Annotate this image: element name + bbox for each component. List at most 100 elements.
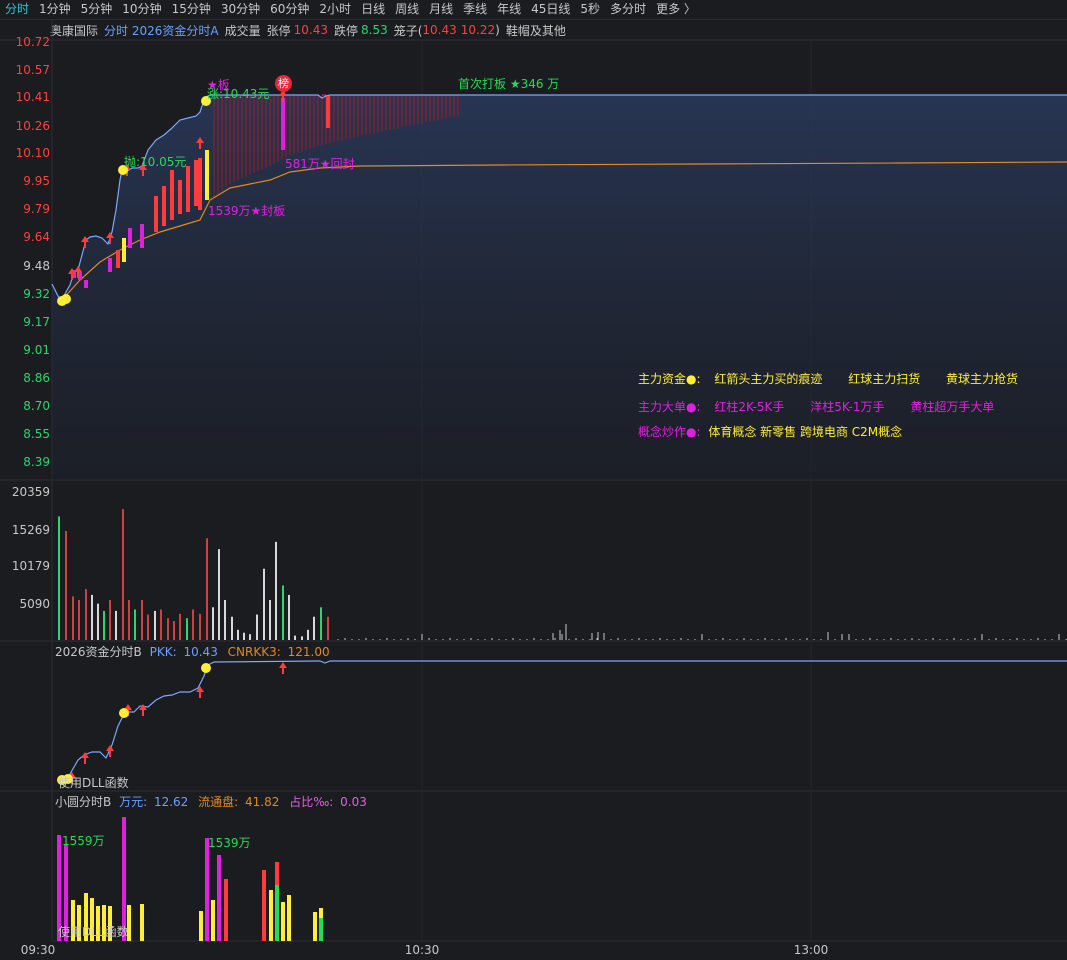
money-bar <box>281 902 285 941</box>
panel-b-title[interactable]: 2026资金分时B <box>55 645 142 659</box>
money-bar <box>313 912 317 941</box>
legend-row1-title: 主力资金●: <box>638 372 701 386</box>
period-tab-bar: 分时 1分钟 5分钟 10分钟 15分钟 30分钟 60分钟 2小时 日线 周线 月线 季线 年线 45日… <box>0 0 1067 20</box>
indicator-name[interactable]: 分时 2026资金分时A <box>104 22 219 39</box>
wan-value: 12.62 <box>153 795 189 809</box>
legend-row2-item1: 红柱2K-5K手 <box>714 400 785 414</box>
big-order-bar <box>186 166 190 212</box>
legend-row3-items: 体育概念 新零售 跨境电商 C2M概念 <box>708 425 903 439</box>
legend-row1-item3: 黄球主力抢货 <box>946 372 1019 386</box>
limit-down-label: 跌停 <box>333 23 358 38</box>
time-label-open: 09:30 <box>20 943 56 957</box>
big-order-bar <box>140 224 144 248</box>
panel-c-dll-note: 使用DLL函数 <box>58 925 129 939</box>
wan-label: 万元: <box>119 795 148 809</box>
money-bar <box>224 879 228 941</box>
period-tab-3[interactable]: 10分钟 <box>117 0 166 19</box>
stock-name[interactable]: 奥康国际 <box>50 22 98 39</box>
buy-arrow-icon <box>279 662 287 674</box>
panel-b-line <box>57 660 1067 785</box>
buy-arrow-icon <box>81 236 89 248</box>
panel-c-title[interactable]: 小圆分时B <box>55 795 111 809</box>
period-tab-12[interactable]: 年线 <box>492 0 526 19</box>
buy-arrow-icon <box>196 137 204 149</box>
legend-row2-item2: 洋柱5K-1万手 <box>810 400 885 414</box>
legend-main-capital: 主力资金●: 红箭头主力买的痕迹 红球主力扫货 黄球主力抢货 <box>638 370 1018 387</box>
seal-tag: 1539万★封板 <box>208 204 286 218</box>
cage-high: 10.22 <box>460 23 496 37</box>
big-order-bar <box>78 272 82 280</box>
cage-label: 笼子( <box>393 23 423 38</box>
ratio-label: 占比‰: <box>289 795 334 809</box>
money-bar <box>217 855 221 941</box>
price-area-fill <box>52 95 1067 480</box>
volume-axis: 20359 15269 10179 5090 <box>0 0 52 640</box>
big-order-bar <box>162 186 166 226</box>
legend-big-orders: 主力大单●: 红柱2K-5K手 洋柱5K-1万手 黄柱超万手大单 <box>638 398 994 415</box>
period-tab-11[interactable]: 季线 <box>458 0 492 19</box>
legend-row1-item1: 红箭头主力买的痕迹 <box>714 372 823 386</box>
limit-up-label: 张停 <box>266 23 291 38</box>
money-bar <box>262 870 266 941</box>
period-tab-4[interactable]: 15分钟 <box>167 0 216 19</box>
limit-up-value: 10.43 <box>293 23 328 37</box>
period-tab-16[interactable]: 更多 〉 <box>651 0 701 19</box>
money-bar <box>287 895 291 941</box>
cage-close: ) <box>495 23 500 37</box>
period-tab-10[interactable]: 月线 <box>424 0 458 19</box>
big-order-bar <box>122 238 126 262</box>
legend-row2-title: 主力大单●: <box>638 400 701 414</box>
legend-row1-item2: 红球主力扫货 <box>848 372 921 386</box>
big-order-bar <box>170 170 174 220</box>
stock-info-bar: 奥康国际 分时 2026资金分时A 成交量 张停 10.43 跌停 8.53 笼… <box>50 21 572 39</box>
money-bar <box>275 862 279 941</box>
big-order-bar <box>198 158 202 210</box>
first-board-tag: 首次打板 ★346 万 <box>458 77 560 91</box>
panel-c-header: 小圆分时B 万元: 12.62 流通盘: 41.82 占比‰: 0.03 <box>55 793 367 810</box>
time-axis: 09:30 10:30 13:00 <box>0 941 1067 960</box>
volume-tick: 10179 <box>11 559 50 573</box>
float-value: 41.82 <box>245 795 280 809</box>
period-tab-14[interactable]: 5秒 <box>575 0 605 19</box>
period-tab-13[interactable]: 45日线 <box>526 0 575 19</box>
money-bar <box>140 904 144 941</box>
cnrkk-label: CNRKK3: <box>227 645 281 659</box>
buy-arrow-icon <box>74 266 82 278</box>
period-tab-8[interactable]: 日线 <box>356 0 390 19</box>
ratio-value: 0.03 <box>340 795 367 809</box>
bar2-label: 1539万 <box>208 836 251 850</box>
cnrkk-value: 121.00 <box>287 645 330 659</box>
big-order-bar <box>108 258 112 272</box>
period-tab-15[interactable]: 多分时 <box>605 0 651 19</box>
big-order-bar <box>84 280 88 288</box>
buy-arrow-icon <box>106 745 114 757</box>
intraday-chart[interactable] <box>0 0 1067 960</box>
money-bar <box>211 900 215 941</box>
big-order-bar <box>72 270 76 278</box>
period-tab-5[interactable]: 30分钟 <box>216 0 265 19</box>
buy-arrow-icon <box>139 704 147 716</box>
avg-price-line <box>61 161 1067 301</box>
big-order-bar <box>154 196 158 232</box>
signal-ball-icon <box>57 296 67 306</box>
panel-b-header: 2026资金分时B PKK: 10.43 CNRKK3: 121.00 <box>55 643 330 660</box>
big-order-bar <box>281 98 285 150</box>
period-tab-7[interactable]: 2小时 <box>314 0 356 19</box>
cage-low: 10.43 <box>422 23 457 37</box>
float-label: 流通盘: <box>198 795 239 809</box>
rank-badge[interactable]: 榜 <box>275 75 292 92</box>
period-tab-9[interactable]: 周线 <box>390 0 424 19</box>
signal-ball-icon <box>61 294 71 304</box>
money-bar <box>269 890 273 941</box>
period-tab-2[interactable]: 5分钟 <box>76 0 118 19</box>
big-order-bar <box>178 180 182 214</box>
buy-arrow-icon <box>106 232 114 244</box>
volume-tick: 15269 <box>11 523 50 537</box>
period-tab-6[interactable]: 60分钟 <box>265 0 314 19</box>
volume-tick: 5090 <box>19 597 50 611</box>
limit-down-value: 8.53 <box>361 23 388 37</box>
volume-tick: 20359 <box>11 485 50 499</box>
big-order-bar <box>205 150 209 200</box>
big-order-bar <box>326 96 330 128</box>
buy-arrow-icon <box>68 268 76 280</box>
